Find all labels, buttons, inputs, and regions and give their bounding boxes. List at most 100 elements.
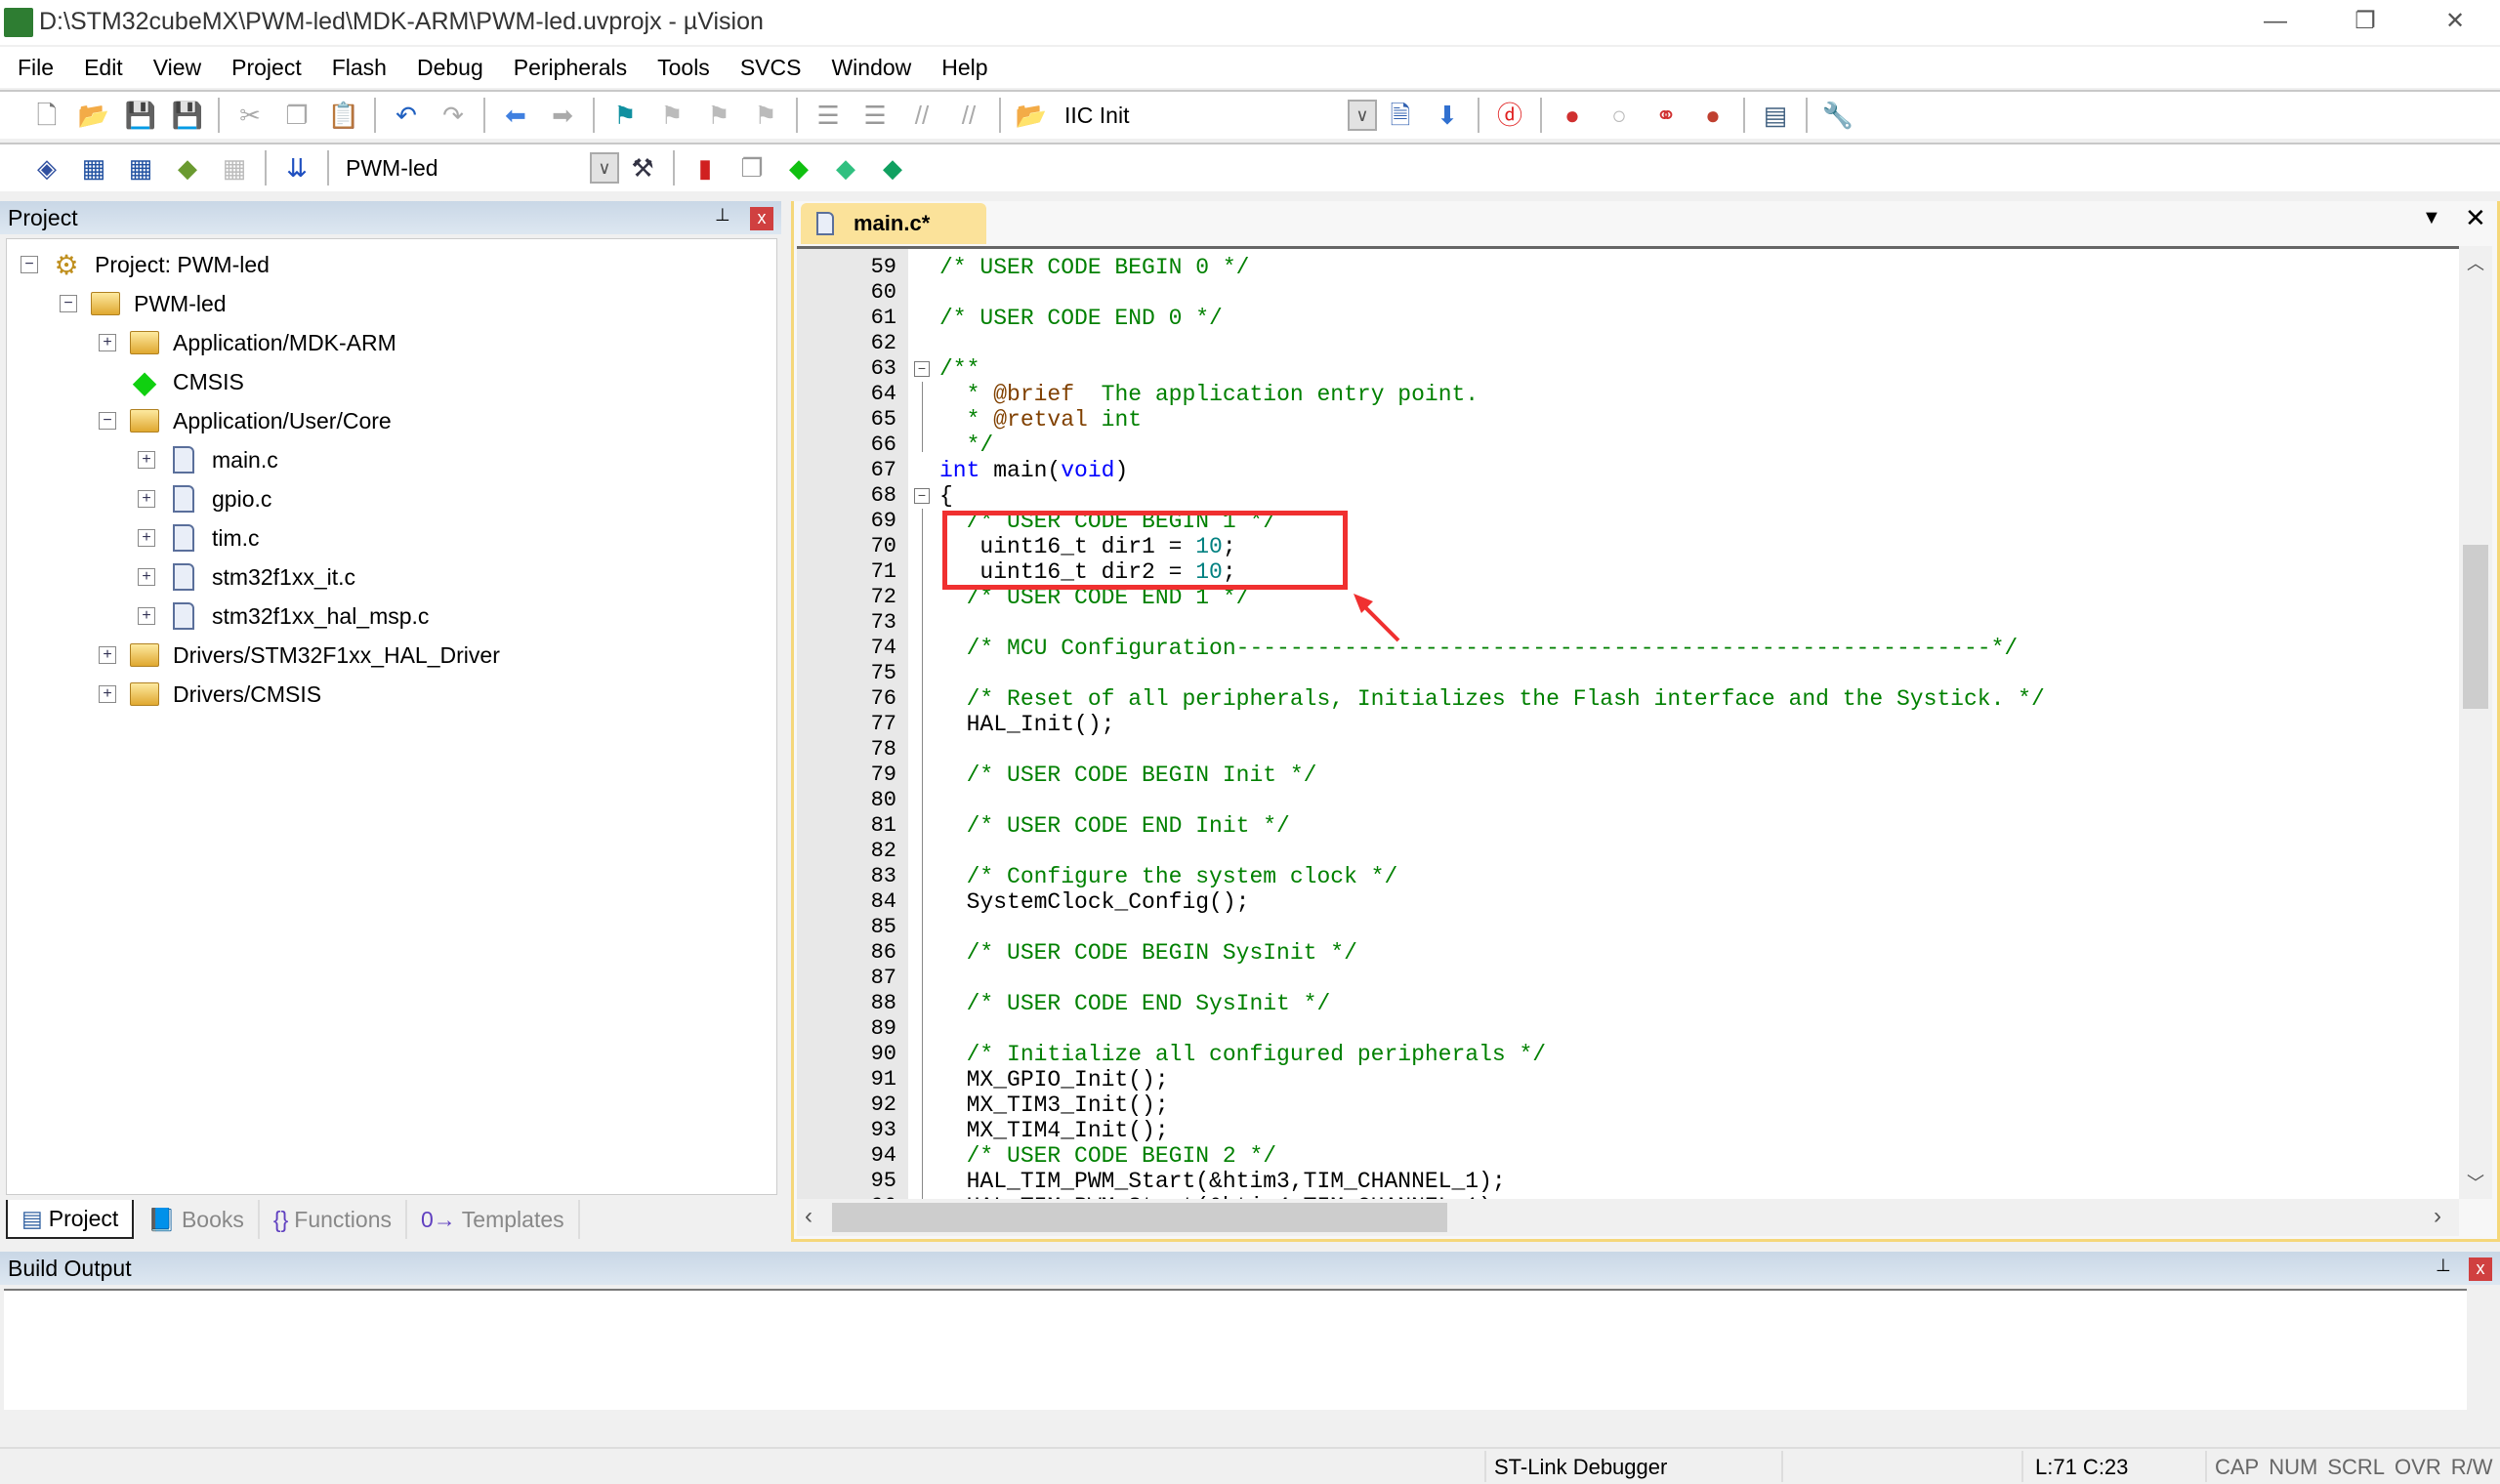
expand-icon[interactable]: + bbox=[138, 529, 155, 547]
target-select[interactable]: PWM-led ∨ bbox=[336, 151, 619, 185]
close-button[interactable]: ✕ bbox=[2410, 0, 2500, 45]
save-icon[interactable]: 💾 bbox=[121, 96, 160, 135]
expand-icon[interactable]: + bbox=[138, 568, 155, 586]
open-icon[interactable]: 📂 bbox=[74, 96, 113, 135]
disable-breakpoint-icon[interactable]: ○ bbox=[1600, 96, 1639, 135]
tree-item[interactable]: + Application/MDK-ARM bbox=[99, 323, 396, 362]
menu-svcs[interactable]: SVCS bbox=[738, 53, 804, 83]
build-icon[interactable]: ▦ bbox=[74, 148, 113, 187]
batch-build-icon[interactable]: ◆ bbox=[168, 148, 207, 187]
find-in-files-icon[interactable]: 📂 bbox=[1012, 96, 1051, 135]
scroll-left-icon[interactable]: ‹ bbox=[805, 1203, 812, 1230]
menu-edit[interactable]: Edit bbox=[82, 53, 125, 83]
minimize-button[interactable]: — bbox=[2230, 0, 2320, 45]
breakpoint-icon[interactable]: ● bbox=[1553, 96, 1592, 135]
rebuild-icon[interactable]: ▦ bbox=[121, 148, 160, 187]
restore-button[interactable]: ❐ bbox=[2320, 0, 2410, 45]
unindent-icon[interactable]: ☰ bbox=[855, 96, 895, 135]
collapse-icon[interactable]: − bbox=[21, 256, 38, 273]
tree-item[interactable]: − Application/User/Core bbox=[99, 401, 392, 440]
debug-session-icon[interactable]: ⓓ bbox=[1490, 96, 1529, 135]
bookmark-icon[interactable]: ⚑ bbox=[605, 96, 645, 135]
scroll-down-icon[interactable]: ﹀ bbox=[2467, 1170, 2484, 1195]
build-output-horizontal-scrollbar[interactable] bbox=[4, 1410, 2467, 1443]
select-packs-icon[interactable]: ◆ bbox=[826, 148, 865, 187]
scroll-right-icon[interactable]: › bbox=[2434, 1203, 2441, 1230]
collapse-icon[interactable]: − bbox=[99, 412, 116, 430]
file-extensions-icon[interactable]: ▮ bbox=[686, 148, 725, 187]
menu-project[interactable]: Project bbox=[229, 53, 304, 83]
tree-item[interactable]: + tim.c bbox=[138, 518, 260, 557]
tree-item[interactable]: + main.c bbox=[138, 440, 278, 479]
expand-icon[interactable]: + bbox=[138, 607, 155, 625]
tab-templates[interactable]: 0→ Templates bbox=[407, 1200, 580, 1239]
save-all-icon[interactable]: 💾 bbox=[168, 96, 207, 135]
close-tab-icon[interactable]: ✕ bbox=[2465, 203, 2486, 233]
tab-list-dropdown-icon[interactable]: ▼ bbox=[2422, 207, 2441, 229]
tab-project[interactable]: ▤ Project bbox=[6, 1200, 135, 1239]
pin-icon[interactable]: ⊥ bbox=[2436, 1256, 2451, 1276]
tree-item[interactable]: − ⚙ Project: PWM-led bbox=[21, 245, 270, 284]
clear-bookmarks-icon[interactable]: ⚑ bbox=[746, 96, 785, 135]
tree-item[interactable]: ◆ CMSIS bbox=[99, 362, 244, 401]
uncomment-icon[interactable]: // bbox=[949, 96, 988, 135]
prev-bookmark-icon[interactable]: ⚑ bbox=[652, 96, 691, 135]
next-bookmark-icon[interactable]: ⚑ bbox=[699, 96, 738, 135]
expand-icon[interactable]: + bbox=[138, 451, 155, 469]
expand-icon[interactable]: + bbox=[99, 685, 116, 703]
editor-horizontal-scrollbar[interactable]: ‹ › bbox=[797, 1199, 2459, 1236]
stop-build-icon[interactable]: ▦ bbox=[215, 148, 254, 187]
tree-item[interactable]: + gpio.c bbox=[138, 479, 271, 518]
tree-item[interactable]: + Drivers/STM32F1xx_HAL_Driver bbox=[99, 636, 500, 675]
manage-components-icon[interactable]: ❐ bbox=[732, 148, 771, 187]
back-icon[interactable]: ⬅ bbox=[496, 96, 535, 135]
expand-icon[interactable]: + bbox=[99, 646, 116, 664]
comment-icon[interactable]: // bbox=[902, 96, 941, 135]
pin-icon[interactable]: ⊥ bbox=[715, 205, 730, 226]
tree-item[interactable]: + stm32f1xx_it.c bbox=[138, 557, 355, 597]
menu-help[interactable]: Help bbox=[939, 53, 989, 83]
scrollbar-thumb[interactable] bbox=[2463, 545, 2488, 709]
build-output-vertical-scrollbar[interactable] bbox=[2467, 1289, 2496, 1410]
target-options-icon[interactable]: ⚒ bbox=[623, 148, 662, 187]
editor-vertical-scrollbar[interactable]: ︿ ﹀ bbox=[2459, 246, 2492, 1199]
tree-item[interactable]: − PWM-led bbox=[60, 284, 227, 323]
copy-icon[interactable]: ❐ bbox=[277, 96, 316, 135]
find-icon[interactable]: 🗎 bbox=[1381, 96, 1420, 135]
undo-icon[interactable]: ↶ bbox=[387, 96, 426, 135]
indent-icon[interactable]: ☰ bbox=[809, 96, 848, 135]
chevron-down-icon[interactable]: ∨ bbox=[590, 152, 619, 184]
kill-breakpoints-icon[interactable]: ● bbox=[1693, 96, 1732, 135]
menu-flash[interactable]: Flash bbox=[330, 53, 389, 83]
menu-peripherals[interactable]: Peripherals bbox=[512, 53, 629, 83]
configure-icon[interactable]: 🔧 bbox=[1818, 96, 1857, 135]
close-panel-button[interactable]: x bbox=[750, 207, 773, 230]
run-time-env-icon[interactable]: ◆ bbox=[873, 148, 912, 187]
tab-main-c[interactable]: main.c* bbox=[801, 203, 986, 244]
forward-icon[interactable]: ➡ bbox=[543, 96, 582, 135]
menu-debug[interactable]: Debug bbox=[415, 53, 485, 83]
expand-icon[interactable]: + bbox=[99, 334, 116, 351]
scrollbar-thumb[interactable] bbox=[832, 1203, 1447, 1232]
new-file-icon[interactable]: 🗋 bbox=[27, 96, 66, 135]
scroll-up-icon[interactable]: ︿ bbox=[2467, 250, 2484, 275]
redo-icon[interactable]: ↷ bbox=[434, 96, 473, 135]
cut-icon[interactable]: ✂ bbox=[230, 96, 270, 135]
menu-window[interactable]: Window bbox=[829, 53, 913, 83]
window-layout-icon[interactable]: ▤ bbox=[1756, 96, 1795, 135]
load-icon[interactable]: ⇊ bbox=[277, 148, 316, 187]
tree-item[interactable]: + stm32f1xx_hal_msp.c bbox=[138, 597, 429, 636]
menu-tools[interactable]: Tools bbox=[655, 53, 712, 83]
menu-file[interactable]: File bbox=[16, 53, 56, 83]
build-output-text[interactable] bbox=[4, 1289, 2467, 1410]
chevron-down-icon[interactable]: ∨ bbox=[1348, 100, 1377, 131]
menu-view[interactable]: View bbox=[151, 53, 203, 83]
tab-functions[interactable]: {} Functions bbox=[260, 1200, 407, 1239]
translate-icon[interactable]: ◈ bbox=[27, 148, 66, 187]
close-panel-button[interactable]: x bbox=[2469, 1257, 2492, 1281]
fold-toggle-main[interactable]: − bbox=[914, 488, 930, 504]
tree-item[interactable]: + Drivers/CMSIS bbox=[99, 675, 321, 714]
function-combo[interactable]: IIC Init ∨ bbox=[1055, 99, 1377, 132]
collapse-icon[interactable]: − bbox=[60, 295, 77, 312]
pack-installer-icon[interactable]: ◆ bbox=[779, 148, 818, 187]
